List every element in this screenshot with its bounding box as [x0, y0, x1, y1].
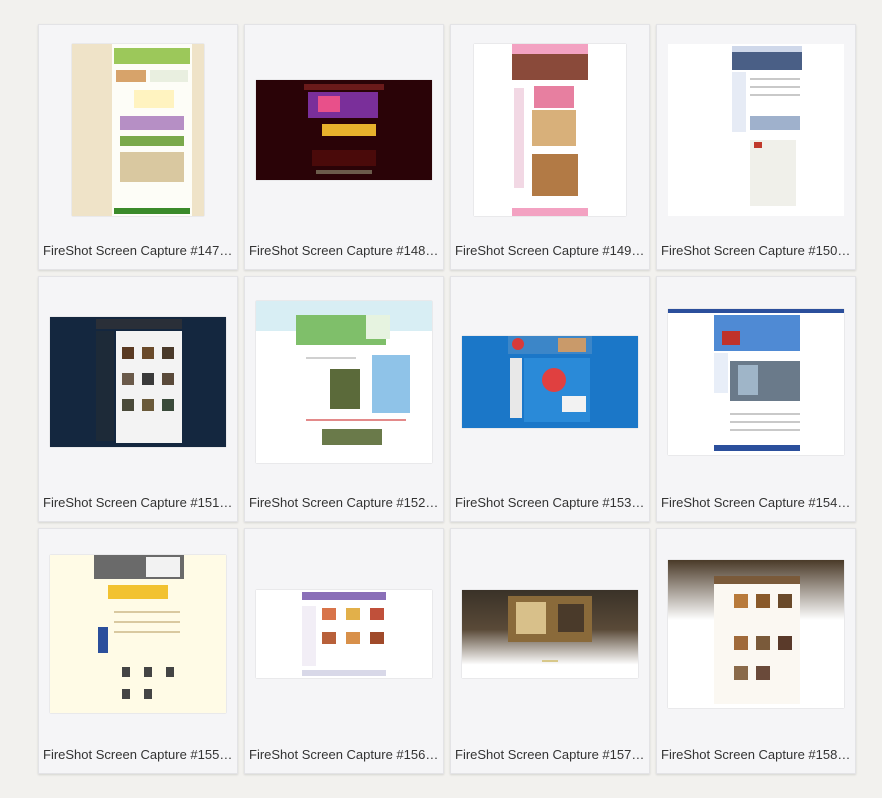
- thumbnail-card[interactable]: FireShot Screen Capture #147 - ...: [38, 24, 238, 270]
- thumbnail-caption: FireShot Screen Capture #150 - ...: [661, 243, 851, 258]
- thumbnail-card[interactable]: FireShot Screen Capture #150 - ...: [656, 24, 856, 270]
- thumbnail-card[interactable]: FireShot Screen Capture #155 - ...: [38, 528, 238, 774]
- thumbnail-frame: [657, 25, 855, 235]
- thumbnail-caption: FireShot Screen Capture #151 - ...: [43, 495, 233, 510]
- thumbnail-grid: FireShot Screen Capture #147 - ... FireS…: [38, 24, 856, 774]
- thumbnail-frame: [657, 529, 855, 739]
- thumbnail-card[interactable]: FireShot Screen Capture #152 - ...: [244, 276, 444, 522]
- thumbnail-image[interactable]: [256, 590, 432, 678]
- thumbnail-caption: FireShot Screen Capture #149 - ...: [455, 243, 645, 258]
- thumbnail-frame: [245, 529, 443, 739]
- thumbnail-caption: FireShot Screen Capture #153 - ...: [455, 495, 645, 510]
- thumbnail-caption: FireShot Screen Capture #158 - ...: [661, 747, 851, 762]
- thumbnail-frame: [451, 529, 649, 739]
- thumbnail-caption: FireShot Screen Capture #154 - ...: [661, 495, 851, 510]
- thumbnail-frame: [451, 25, 649, 235]
- thumbnail-caption: FireShot Screen Capture #157 - ...: [455, 747, 645, 762]
- thumbnail-frame: [451, 277, 649, 487]
- thumbnail-frame: [39, 277, 237, 487]
- thumbnail-image[interactable]: [668, 560, 844, 708]
- thumbnail-frame: [657, 277, 855, 487]
- thumbnail-image[interactable]: [72, 44, 204, 216]
- thumbnail-card[interactable]: FireShot Screen Capture #149 - ...: [450, 24, 650, 270]
- thumbnail-card[interactable]: FireShot Screen Capture #148 - ...: [244, 24, 444, 270]
- thumbnail-card[interactable]: FireShot Screen Capture #158 - ...: [656, 528, 856, 774]
- thumbnail-frame: [39, 529, 237, 739]
- thumbnail-card[interactable]: FireShot Screen Capture #156 - ...: [244, 528, 444, 774]
- thumbnail-image[interactable]: [50, 555, 226, 713]
- thumbnail-caption: FireShot Screen Capture #155 - ...: [43, 747, 233, 762]
- thumbnail-caption: FireShot Screen Capture #147 - ...: [43, 243, 233, 258]
- thumbnail-caption: FireShot Screen Capture #148 - ...: [249, 243, 439, 258]
- thumbnail-card[interactable]: FireShot Screen Capture #153 - ...: [450, 276, 650, 522]
- thumbnail-image[interactable]: [462, 336, 638, 428]
- thumbnail-frame: [245, 25, 443, 235]
- thumbnail-image[interactable]: [668, 309, 844, 455]
- thumbnail-caption: FireShot Screen Capture #152 - ...: [249, 495, 439, 510]
- thumbnail-card[interactable]: FireShot Screen Capture #154 - ...: [656, 276, 856, 522]
- thumbnail-caption: FireShot Screen Capture #156 - ...: [249, 747, 439, 762]
- thumbnail-card[interactable]: FireShot Screen Capture #157 - ...: [450, 528, 650, 774]
- thumbnail-image[interactable]: [50, 317, 226, 447]
- thumbnail-card[interactable]: FireShot Screen Capture #151 - ...: [38, 276, 238, 522]
- thumbnail-image[interactable]: [668, 44, 844, 216]
- thumbnail-image[interactable]: [474, 44, 626, 216]
- thumbnail-image[interactable]: [462, 590, 638, 678]
- thumbnail-frame: [245, 277, 443, 487]
- thumbnail-image[interactable]: [256, 301, 432, 463]
- thumbnail-image[interactable]: [256, 80, 432, 180]
- thumbnail-frame: [39, 25, 237, 235]
